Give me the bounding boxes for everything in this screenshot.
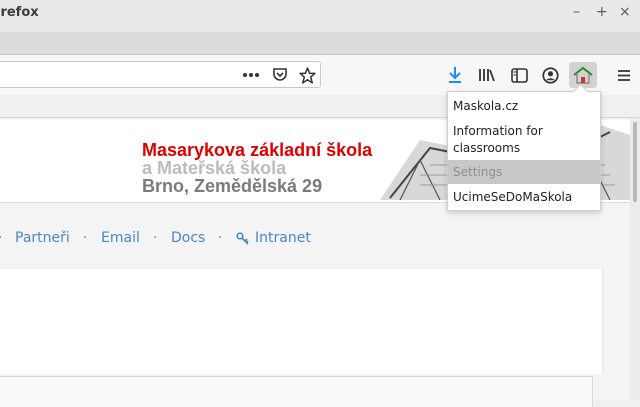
content-panel bbox=[0, 269, 603, 374]
scrollbar-thumb[interactable] bbox=[633, 122, 637, 202]
popup-item-information-for-classrooms[interactable]: Information for classrooms bbox=[448, 123, 600, 157]
pocket-icon[interactable] bbox=[270, 65, 290, 85]
minimize-button[interactable]: – bbox=[573, 4, 580, 20]
sidebar-icon[interactable] bbox=[509, 65, 529, 85]
page-actions-icon[interactable] bbox=[241, 65, 261, 85]
tab-strip bbox=[0, 32, 640, 55]
account-icon[interactable] bbox=[540, 65, 560, 85]
nav-separator: · bbox=[0, 230, 2, 246]
title-bar: irefox – + × bbox=[0, 0, 640, 32]
nav-separator: · bbox=[83, 230, 88, 246]
nav-separator: · bbox=[218, 230, 223, 246]
school-extension-icon[interactable] bbox=[573, 65, 593, 85]
nav-separator: · bbox=[153, 230, 158, 246]
menu-icon[interactable] bbox=[614, 65, 634, 85]
nav-link-email[interactable]: Email bbox=[101, 230, 140, 246]
popup-item-maskola[interactable]: Maskola.cz bbox=[448, 98, 600, 115]
popup-item-ucimesedomaskola[interactable]: UcimeSeDoMaSkola bbox=[448, 189, 600, 206]
extension-popup-menu: Maskola.cz Information for classrooms Se… bbox=[447, 83, 601, 211]
window-title: irefox bbox=[0, 5, 39, 20]
banner-address: Brno, Zemědělská 29 bbox=[142, 176, 323, 196]
downloads-icon[interactable] bbox=[445, 65, 465, 85]
popup-item-settings[interactable]: Settings bbox=[448, 160, 600, 184]
page-scrollbar[interactable] bbox=[630, 118, 640, 400]
key-icon bbox=[236, 232, 249, 249]
nav-link-docs[interactable]: Docs bbox=[171, 230, 205, 246]
bookmark-star-icon[interactable] bbox=[297, 65, 317, 85]
nav-link-partneri[interactable]: Partneři bbox=[15, 230, 70, 246]
close-button[interactable]: × bbox=[619, 4, 631, 20]
nav-link-intranet[interactable]: Intranet bbox=[255, 230, 311, 246]
maximize-button[interactable]: + bbox=[596, 4, 608, 20]
library-icon[interactable] bbox=[477, 65, 497, 85]
content-panel-lower bbox=[0, 376, 593, 407]
